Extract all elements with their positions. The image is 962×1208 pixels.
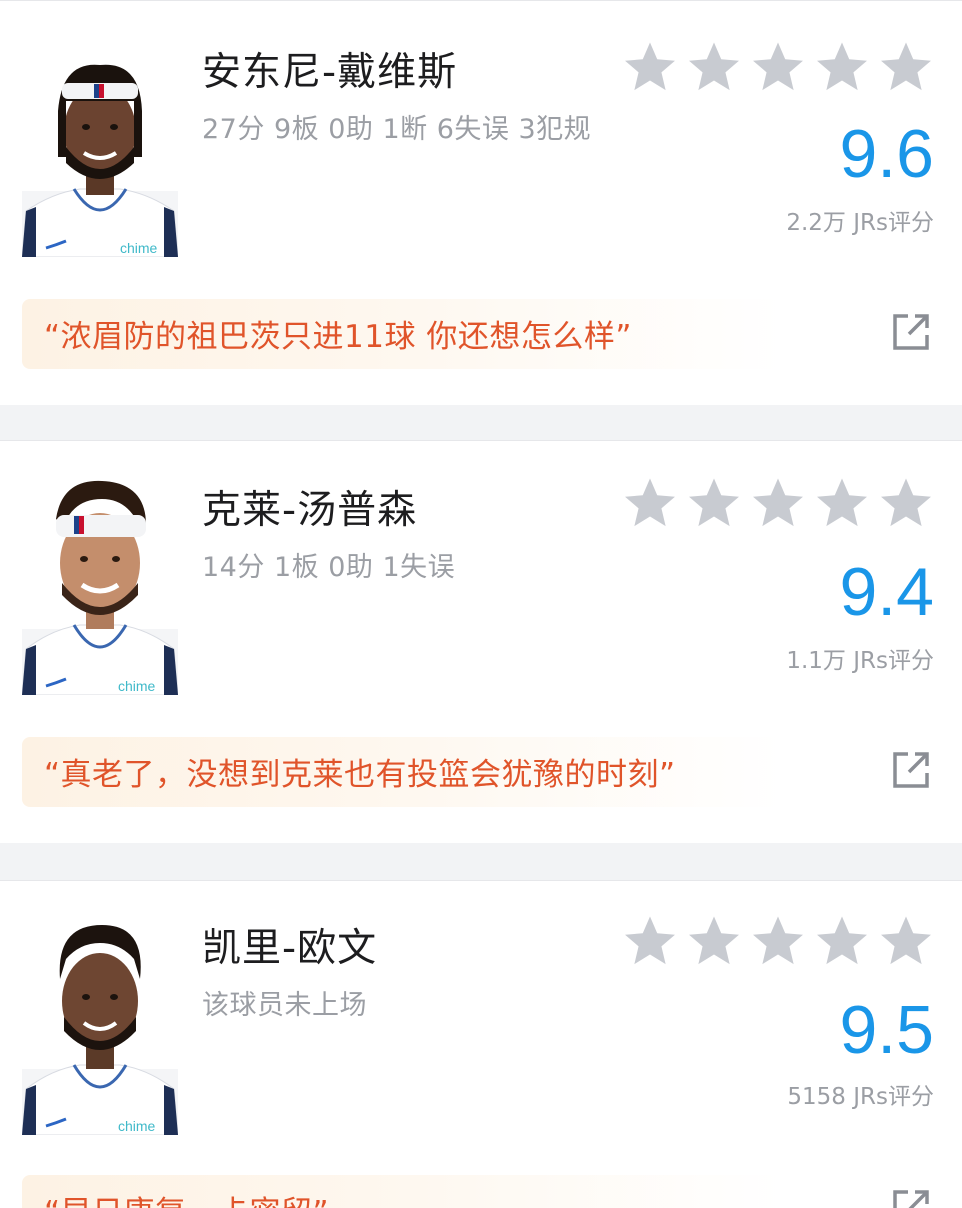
star-rating[interactable]	[622, 475, 934, 531]
comment-text: “早日康复，卡密留”	[44, 1187, 329, 1208]
player-ratings-list: chime 安东尼-戴维斯 27分 9板 0助 1断 6失误 3犯规 9.6 2…	[0, 0, 962, 1208]
player-stats: 27分 9板 0助 1断 6失误 3犯规	[202, 114, 592, 145]
rating-count: 1.1万 JRs评分	[786, 648, 934, 674]
star-icon[interactable]	[750, 475, 806, 531]
comment-text: “浓眉防的祖巴茨只进11球 你还想怎么样”	[44, 319, 632, 355]
star-icon[interactable]	[814, 913, 870, 969]
share-icon[interactable]	[890, 749, 932, 791]
star-icon[interactable]	[622, 913, 678, 969]
player-stats: 14分 1板 0助 1失误	[202, 552, 456, 583]
star-icon[interactable]	[814, 475, 870, 531]
player-score: 9.6	[839, 116, 934, 192]
star-rating[interactable]	[622, 913, 934, 969]
featured-comment[interactable]: “早日康复，卡密留”	[22, 1175, 782, 1208]
player-score: 9.4	[839, 554, 934, 630]
jersey-logo-text: chime	[118, 1118, 156, 1134]
player-name: 安东尼-戴维斯	[202, 50, 458, 95]
player-card[interactable]: chime 安东尼-戴维斯 27分 9板 0助 1断 6失误 3犯规 9.6 2…	[0, 0, 962, 405]
share-icon[interactable]	[890, 311, 932, 353]
star-icon[interactable]	[878, 39, 934, 95]
star-icon[interactable]	[878, 475, 934, 531]
player-name: 克莱-汤普森	[202, 488, 418, 533]
rating-count: 5158 JRs评分	[787, 1084, 934, 1110]
star-icon[interactable]	[750, 913, 806, 969]
rating-count: 2.2万 JRs评分	[786, 210, 934, 236]
player-avatar: chime	[22, 919, 178, 1135]
star-rating[interactable]	[622, 39, 934, 95]
player-name: 凯里-欧文	[202, 926, 378, 971]
star-icon[interactable]	[750, 39, 806, 95]
star-icon[interactable]	[878, 913, 934, 969]
jersey-logo-text: chime	[118, 678, 156, 694]
star-icon[interactable]	[622, 39, 678, 95]
player-card[interactable]: chime 凯里-欧文 该球员未上场 9.5 5158 JRs评分 “早日康复，…	[0, 880, 962, 1208]
star-icon[interactable]	[686, 475, 742, 531]
player-card[interactable]: chime 克莱-汤普森 14分 1板 0助 1失误 9.4 1.1万 JRs评…	[0, 440, 962, 843]
jersey-logo-text: chime	[120, 240, 158, 256]
player-score: 9.5	[839, 992, 934, 1068]
player-avatar: chime	[22, 61, 178, 273]
player-avatar: chime	[22, 479, 178, 695]
share-icon[interactable]	[890, 1187, 932, 1208]
featured-comment[interactable]: “真老了，没想到克莱也有投篮会犹豫的时刻”	[22, 737, 782, 807]
player-stats: 该球员未上场	[202, 990, 367, 1021]
comment-text: “真老了，没想到克莱也有投篮会犹豫的时刻”	[44, 757, 676, 793]
star-icon[interactable]	[622, 475, 678, 531]
star-icon[interactable]	[686, 39, 742, 95]
star-icon[interactable]	[814, 39, 870, 95]
star-icon[interactable]	[686, 913, 742, 969]
featured-comment[interactable]: “浓眉防的祖巴茨只进11球 你还想怎么样”	[22, 299, 782, 369]
